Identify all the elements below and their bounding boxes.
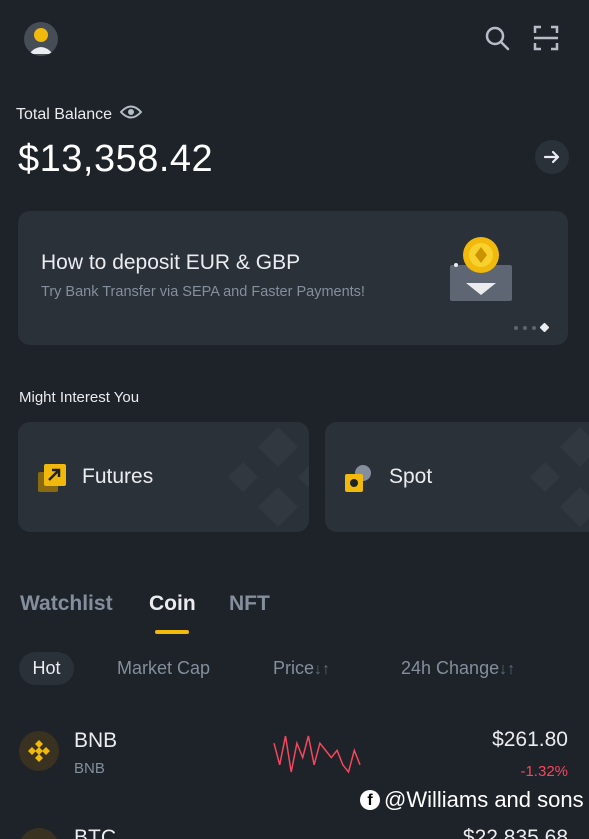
bnb-coin-icon — [19, 731, 59, 771]
filter-market-cap[interactable]: Market Cap — [117, 658, 210, 679]
coin-change: -1.32% — [520, 763, 568, 780]
watermark: f @Williams and sons — [360, 787, 584, 813]
coin-price: $261.80 — [492, 728, 568, 751]
futures-card[interactable]: Futures — [18, 422, 309, 532]
active-tab-indicator — [155, 630, 189, 634]
user-avatar-icon[interactable] — [24, 22, 58, 56]
sparkline-path — [273, 735, 361, 774]
might-interest-title: Might Interest You — [19, 389, 140, 406]
pagination-dot[interactable] — [514, 325, 518, 330]
filter-price[interactable]: Price↓↑ — [273, 658, 330, 679]
bnb-sparkline — [273, 735, 361, 774]
pagination-dot[interactable] — [532, 325, 536, 330]
tab-watchlist[interactable]: Watchlist — [20, 592, 113, 616]
filter-change-label: 24h Change — [401, 658, 500, 678]
bnb-watermark-icon — [228, 427, 309, 527]
btc-coin-icon — [19, 828, 59, 839]
futures-icon — [38, 464, 66, 497]
filter-hot[interactable]: Hot — [19, 652, 74, 685]
coin-wallet-illustration-icon — [446, 235, 516, 310]
total-balance-label: Total Balance — [16, 105, 113, 123]
total-balance-label-row: Total Balance — [16, 104, 143, 125]
banner-pagination[interactable] — [514, 322, 550, 333]
coin-price: $22,835.68 — [462, 826, 568, 839]
spot-label: Spot — [389, 465, 433, 488]
filter-price-label: Price — [273, 658, 315, 678]
coin-symbol: BNB — [74, 760, 105, 777]
bnb-watermark-icon — [530, 427, 589, 527]
search-icon[interactable] — [481, 22, 513, 54]
eye-icon[interactable] — [119, 104, 143, 125]
tab-nft[interactable]: NFT — [229, 592, 270, 616]
pagination-dot[interactable] — [523, 325, 527, 330]
coin-name[interactable]: BNB — [74, 729, 117, 753]
futures-label: Futures — [82, 465, 154, 488]
facebook-icon: f — [360, 790, 380, 810]
sort-arrows-icon: ↓↑ — [314, 661, 331, 678]
total-balance-value: $13,358.42 — [18, 138, 214, 180]
pagination-dot-active[interactable] — [539, 322, 550, 333]
watermark-text: @Williams and sons — [384, 787, 584, 812]
tab-coin[interactable]: Coin — [149, 592, 196, 616]
spot-card[interactable]: Spot — [325, 422, 589, 532]
sort-arrows-icon: ↓↑ — [499, 661, 516, 678]
coin-name[interactable]: BTC — [74, 826, 116, 839]
deposit-banner[interactable]: How to deposit EUR & GBP Try Bank Transf… — [18, 211, 568, 345]
balance-details-button[interactable] — [535, 140, 569, 174]
scan-icon[interactable] — [530, 22, 562, 54]
spot-icon — [345, 464, 373, 497]
banner-title: How to deposit EUR & GBP — [41, 251, 301, 274]
arrow-right-icon — [543, 150, 560, 164]
filter-24h-change[interactable]: 24h Change↓↑ — [401, 658, 515, 679]
banner-subtitle: Try Bank Transfer via SEPA and Faster Pa… — [41, 284, 365, 300]
